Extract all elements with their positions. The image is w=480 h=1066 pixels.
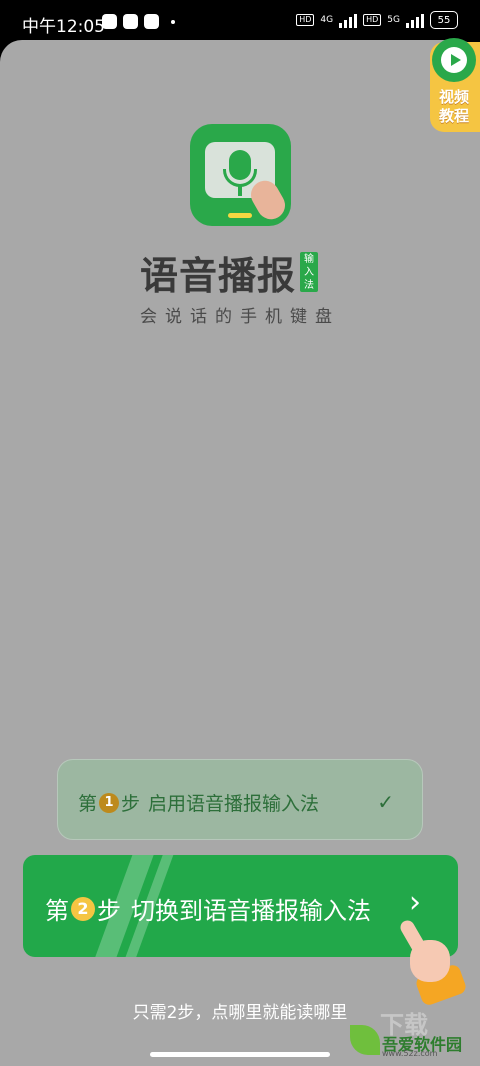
more-dot-icon xyxy=(171,19,175,24)
app-name: 语音播报 输入法 xyxy=(140,250,319,298)
video-tutorial-label-line2: 教程 xyxy=(438,107,469,125)
status-notifications xyxy=(102,14,175,29)
step-number-badge: 2 xyxy=(71,896,95,921)
app-slogan: 会说话的手机键盘 xyxy=(140,307,340,327)
step-number-badge: 1 xyxy=(99,792,120,813)
video-tutorial-button[interactable]: 视频 教程 xyxy=(430,38,480,132)
hd-icon: HD xyxy=(296,14,315,26)
logo-bar xyxy=(228,213,252,218)
home-indicator[interactable] xyxy=(150,1052,330,1057)
step-1-button[interactable]: 第 1 步 启用语音播报输入法 ✓ xyxy=(57,759,423,840)
signal-icon xyxy=(339,12,358,28)
watermark: 下载 吾爱软件园 www.52z.com xyxy=(346,1005,476,1061)
step-text: 启用语音播报输入法 xyxy=(148,793,320,815)
notification-icon xyxy=(123,14,138,29)
app-name-text: 语音播报 xyxy=(140,253,297,298)
step-2-label: 第 2 步 切换到语音播报输入法 xyxy=(45,891,371,926)
network-label: 4G xyxy=(320,15,334,25)
step-text: 切换到语音播报输入法 xyxy=(131,897,371,925)
check-icon: ✓ xyxy=(377,790,394,814)
step-suffix: 步 xyxy=(121,793,141,815)
step-suffix: 步 xyxy=(97,897,121,925)
notification-icon xyxy=(102,14,117,29)
signal-icon xyxy=(406,12,424,28)
play-icon xyxy=(441,47,467,73)
step-prefix: 第 xyxy=(45,897,69,925)
network-label: 5G xyxy=(387,15,400,25)
video-tutorial-label: 视频 教程 xyxy=(432,88,476,126)
watermark-url: www.52z.com xyxy=(382,1049,438,1058)
pointing-hand-icon xyxy=(397,915,472,1007)
hand-finger xyxy=(397,917,429,957)
step-2-button[interactable]: 第 2 步 切换到语音播报输入法 › xyxy=(23,855,458,957)
video-tutorial-label-line1: 视频 xyxy=(438,88,469,106)
app-name-tag: 输入法 xyxy=(300,252,319,292)
app-logo xyxy=(190,124,291,226)
battery-icon: 55 xyxy=(430,11,458,29)
play-circle-icon xyxy=(432,38,476,82)
microphone-pole-icon xyxy=(238,186,242,196)
step-prefix: 第 xyxy=(78,793,98,815)
status-indicators: HD 4G HD 5G 55 xyxy=(296,11,458,29)
leaf-logo-icon xyxy=(350,1025,380,1055)
step-1-label: 第 1 步 启用语音播报输入法 xyxy=(78,789,319,816)
status-time: 中午12:05 xyxy=(22,17,105,37)
hd-icon: HD xyxy=(363,14,382,26)
notification-icon xyxy=(144,14,159,29)
